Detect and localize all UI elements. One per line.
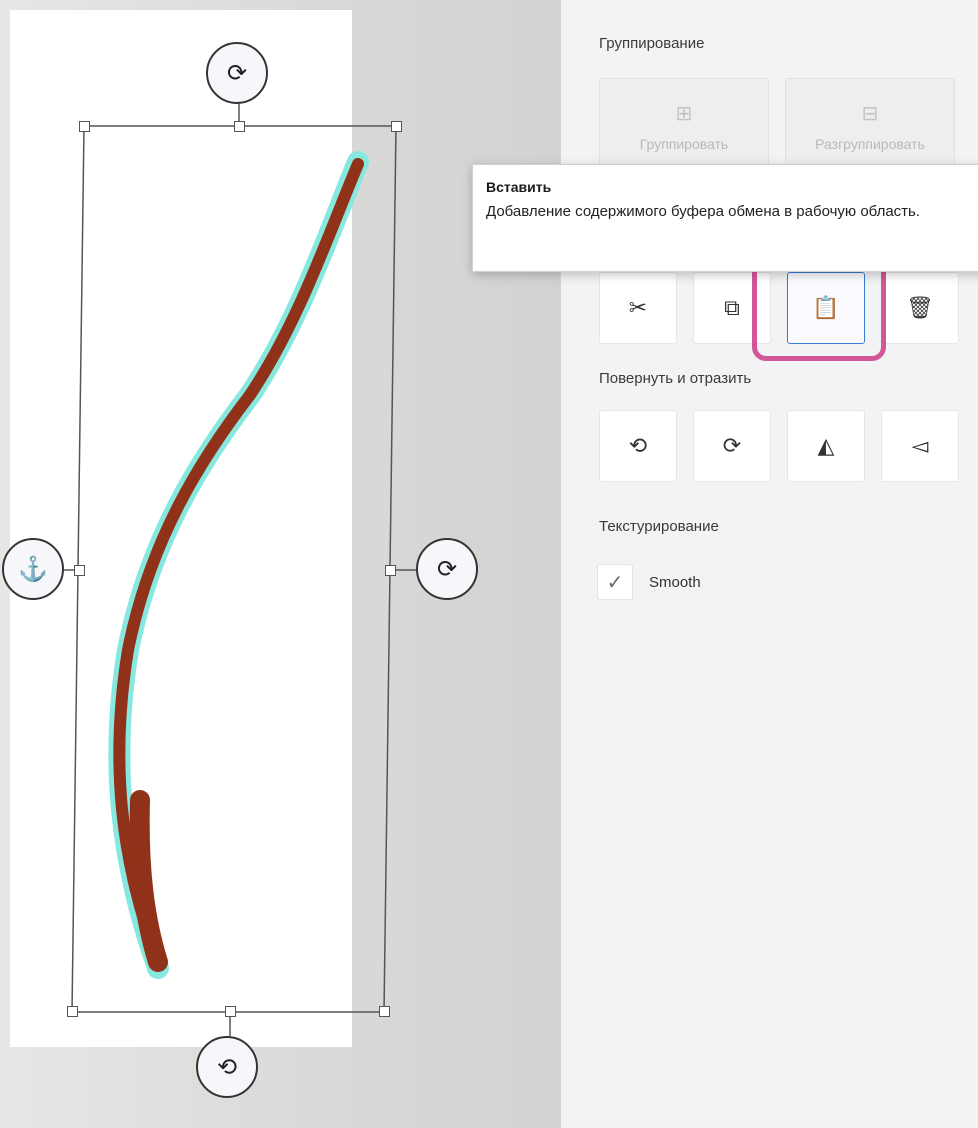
flip-vertical-icon: ◅ [911, 433, 929, 458]
flip-horizontal-icon: ◭ [817, 433, 835, 458]
rotate-left-button[interactable]: ⟲ [599, 410, 677, 482]
group-icon: ⊞ [675, 103, 693, 125]
flip-horizontal-button[interactable]: ◭ [787, 410, 865, 482]
brush-stroke-base [129, 790, 168, 972]
flip-vertical-button[interactable]: ◅ [881, 410, 959, 482]
rotate-flip-label: Повернуть и отразить [599, 370, 752, 387]
grouping-label: Группирование [599, 35, 705, 52]
rotate-handle-bottom[interactable]: ⟲ [196, 1036, 258, 1098]
resize-handle-top-right[interactable] [391, 121, 402, 132]
group-button-label: Группировать [639, 136, 729, 152]
tooltip-title: Вставить [486, 179, 552, 195]
rotate-handle-right[interactable]: ⟳ [416, 538, 478, 600]
smooth-row[interactable]: ✓ Smooth [597, 562, 701, 602]
anchor-icon: ⚓ [18, 555, 48, 583]
selection-box[interactable] [71, 125, 397, 1013]
rotate-right-button[interactable]: ⟳ [693, 410, 771, 482]
ungroup-button[interactable]: ⊟ Разгруппировать [785, 78, 955, 168]
cut-icon: ✂ [628, 295, 648, 320]
smooth-checkbox[interactable]: ✓ [597, 564, 633, 600]
copy-icon: ⧉ [724, 295, 740, 320]
delete-icon: 🗑 [906, 295, 934, 320]
smooth-label: Smooth [649, 573, 701, 591]
checkmark-icon: ✓ [606, 571, 624, 594]
rotate-right-icon: ⟳ [722, 433, 742, 458]
rotate-left-icon: ⟲ [628, 433, 648, 458]
resize-handle-right[interactable] [385, 565, 396, 576]
anchor-handle-left[interactable]: ⚓ [2, 538, 64, 600]
resize-handle-top-left[interactable] [79, 121, 90, 132]
ungroup-button-label: Разгруппировать [815, 136, 925, 152]
rotate-icon: ⟳ [226, 59, 248, 87]
brush-stroke[interactable] [113, 158, 364, 968]
texturing-label: Текстурирование [599, 518, 719, 535]
resize-handle-bottom-left[interactable] [67, 1006, 78, 1017]
tooltip-description: Добавление содержимого буфера обмена в р… [486, 203, 921, 220]
resize-handle-bottom-right[interactable] [379, 1006, 390, 1017]
rotate-icon: ⟳ [436, 555, 458, 583]
resize-handle-top[interactable] [234, 121, 245, 132]
resize-handle-left[interactable] [74, 565, 85, 576]
rotate-handle-top[interactable]: ⟳ [206, 42, 268, 104]
tooltip: Вставить Добавление содержимого буфера о… [472, 164, 978, 272]
ungroup-icon: ⊟ [861, 103, 879, 125]
cut-button[interactable]: ✂ [599, 272, 677, 344]
resize-handle-bottom[interactable] [225, 1006, 236, 1017]
group-button[interactable]: ⊞ Группировать [599, 78, 769, 168]
rotate-icon: ⟲ [216, 1053, 238, 1081]
delete-button[interactable]: 🗑 [881, 272, 959, 344]
